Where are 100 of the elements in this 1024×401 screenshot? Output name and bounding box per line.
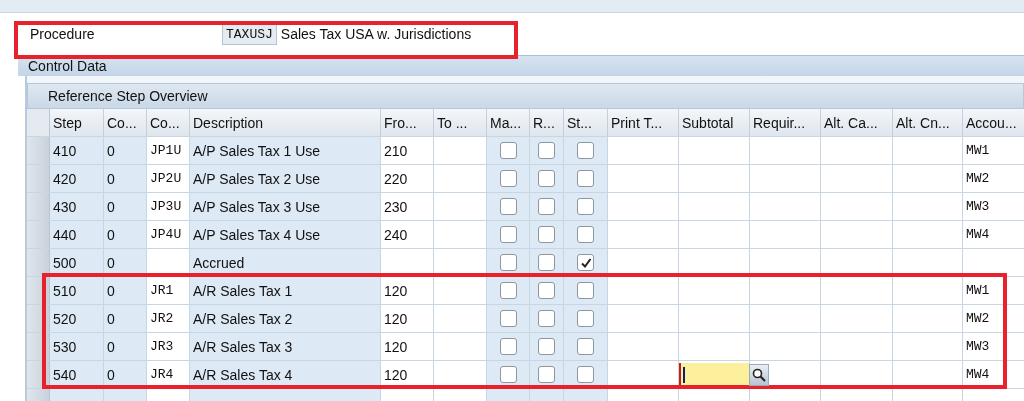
checkbox[interactable] [577, 366, 594, 383]
checkbox[interactable] [538, 226, 555, 243]
table-cell [147, 389, 190, 401]
table-cell: A/P Sales Tax 3 Use [190, 193, 381, 220]
column-header[interactable]: Print T... [608, 109, 679, 136]
checkbox[interactable] [577, 254, 594, 271]
table-cell: 520 [50, 305, 104, 332]
table-cell [679, 389, 750, 401]
table-cell: 420 [50, 165, 104, 192]
table-cell: 220 [381, 165, 434, 192]
column-header[interactable]: Ma... [487, 109, 530, 136]
checkbox[interactable] [499, 254, 517, 271]
checkbox[interactable] [499, 310, 517, 327]
checkbox[interactable] [577, 170, 594, 187]
checkbox[interactable] [538, 366, 555, 383]
section-title: Control Data [28, 58, 107, 74]
checkbox[interactable] [538, 338, 555, 355]
table-cell: 240 [381, 221, 434, 248]
column-header[interactable]: To ... [434, 109, 487, 136]
table-cell: 0 [104, 333, 147, 360]
table-cell [434, 389, 487, 401]
table-cell: MW2 [963, 305, 1024, 332]
table-cell: 510 [50, 277, 104, 304]
checkbox[interactable] [577, 226, 594, 243]
column-header[interactable]: Requir... [750, 109, 821, 136]
table-cell: JP2U [147, 165, 190, 192]
table-cell: JR3 [147, 333, 190, 360]
procedure-description: Sales Tax USA w. Jurisdictions [280, 26, 472, 42]
column-header[interactable]: Alt. Cn... [893, 109, 963, 136]
table-cell: JP4U [147, 221, 190, 248]
procedure-code-field[interactable]: TAXUSJ [222, 23, 277, 45]
checkbox[interactable] [577, 310, 594, 327]
column-header[interactable]: Step [50, 109, 104, 136]
checkbox[interactable] [499, 226, 517, 243]
search-help-button[interactable] [749, 364, 769, 386]
checkbox[interactable] [499, 170, 517, 187]
table-cell [50, 389, 104, 401]
table-cell: JP3U [147, 193, 190, 220]
table-cell [893, 389, 963, 401]
table-cell: 120 [381, 277, 434, 304]
column-header[interactable]: Fro... [381, 109, 434, 136]
checkbox[interactable] [577, 198, 594, 215]
table-cell [564, 389, 608, 401]
table-cell: 0 [104, 305, 147, 332]
search-icon [752, 368, 766, 382]
column-header[interactable]: R... [530, 109, 564, 136]
table-cell: 0 [104, 165, 147, 192]
table-cell: 230 [381, 193, 434, 220]
table-cell: A/P Sales Tax 1 Use [190, 137, 381, 164]
table-title: Reference Step Overview [48, 88, 208, 104]
table-cell: 430 [50, 193, 104, 220]
column-header[interactable]: Co... [104, 109, 147, 136]
checkmark-icon [579, 256, 592, 269]
checkbox[interactable] [577, 142, 594, 159]
table-cell: MW1 [963, 277, 1024, 304]
table-cell: A/R Sales Tax 1 [190, 277, 381, 304]
row-selector[interactable] [27, 249, 50, 276]
subtotal-input-field[interactable] [679, 362, 749, 387]
table-cell: MW3 [963, 333, 1024, 360]
table-cell [608, 389, 679, 401]
select-all-cell[interactable] [27, 109, 50, 136]
checkbox[interactable] [538, 282, 555, 299]
checkbox[interactable] [499, 338, 517, 355]
table-cell: A/P Sales Tax 4 Use [190, 221, 381, 248]
table-cell: MW2 [963, 165, 1024, 192]
checkbox[interactable] [538, 198, 555, 215]
checkbox[interactable] [577, 282, 594, 299]
column-header[interactable]: Alt. Ca... [821, 109, 893, 136]
checkbox[interactable] [538, 310, 555, 327]
table-cell: MW4 [963, 221, 1024, 248]
checkbox[interactable] [499, 142, 517, 159]
table-cell [104, 389, 147, 401]
table-cell: 210 [381, 137, 434, 164]
table-cell: 0 [104, 277, 147, 304]
checkbox[interactable] [577, 338, 594, 355]
table-cell: A/R Sales Tax 3 [190, 333, 381, 360]
checkbox[interactable] [538, 170, 555, 187]
table-cell [821, 389, 893, 401]
checkbox[interactable] [538, 254, 555, 271]
column-header[interactable]: Co... [147, 109, 190, 136]
checkbox[interactable] [499, 366, 517, 383]
table-cell: 410 [50, 137, 104, 164]
checkbox[interactable] [499, 198, 517, 215]
table-cell: MW3 [963, 193, 1024, 220]
table-cell: 440 [50, 221, 104, 248]
table-cell [750, 389, 821, 401]
table-cell: 120 [381, 305, 434, 332]
column-header[interactable]: St... [564, 109, 608, 136]
checkbox[interactable] [538, 142, 555, 159]
table-cell: 0 [104, 137, 147, 164]
table-cell: 120 [381, 333, 434, 360]
table-cell [381, 389, 434, 401]
table-cell: JR2 [147, 305, 190, 332]
table-cell [487, 389, 530, 401]
column-header[interactable]: Accou... [963, 109, 1024, 136]
table-cell: MW1 [963, 137, 1024, 164]
column-header[interactable]: Description [190, 109, 381, 136]
checkbox[interactable] [499, 282, 517, 299]
table-cell: A/P Sales Tax 2 Use [190, 165, 381, 192]
column-header[interactable]: Subtotal [679, 109, 750, 136]
